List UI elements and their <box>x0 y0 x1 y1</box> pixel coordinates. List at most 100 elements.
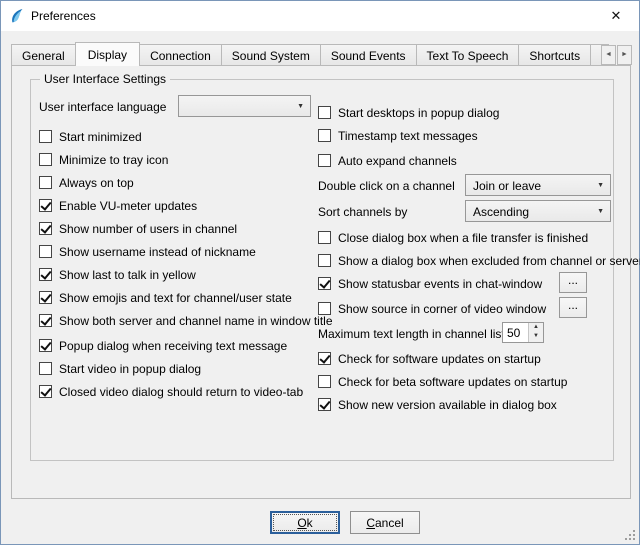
sort-channels-label: Sort channels by <box>318 204 407 219</box>
checkbox-row-window-title-name[interactable]: Show both server and channel name in win… <box>39 310 333 330</box>
checkbox-row-software-updates[interactable]: Check for software updates on startup <box>318 348 541 368</box>
checkbox-label: Show last to talk in yellow <box>59 267 196 282</box>
checkbox-row-popup-text-message[interactable]: Popup dialog when receiving text message <box>39 335 287 355</box>
sort-channels-combobox[interactable]: Ascending ▼ <box>465 200 611 222</box>
checkbox-row-desktops-popup[interactable]: Start desktops in popup dialog <box>318 102 499 122</box>
titlebar[interactable]: Preferences ✕ <box>1 1 639 31</box>
tab-shortcuts[interactable]: Shortcuts <box>518 44 591 65</box>
max-text-value: 50 <box>507 326 520 340</box>
tabbar: General Display Connection Sound System … <box>11 42 609 66</box>
checkbox-row-last-talk-yellow[interactable]: Show last to talk in yellow <box>39 264 196 284</box>
checkbox-row-video-source[interactable]: Show source in corner of video window ..… <box>318 298 612 318</box>
language-combobox[interactable]: ▼ <box>178 95 311 117</box>
tab-label: Display <box>88 48 127 62</box>
tab-scroll-right-button[interactable]: ► <box>617 45 632 65</box>
checkbox-row-show-emojis[interactable]: Show emojis and text for channel/user st… <box>39 287 292 307</box>
checkbox-row-show-username[interactable]: Show username instead of nickname <box>39 241 256 261</box>
checkbox[interactable] <box>39 268 52 281</box>
close-button[interactable]: ✕ <box>593 1 639 31</box>
double-click-value: Join or leave <box>473 179 541 193</box>
tab-label: Connection <box>150 49 211 63</box>
checkbox-row-file-transfer-close[interactable]: Close dialog box when a file transfer is… <box>318 227 588 247</box>
checkbox-label: Enable VU-meter updates <box>59 198 197 213</box>
checkbox-row-auto-expand-channels[interactable]: Auto expand channels <box>318 150 457 170</box>
spin-down-icon[interactable]: ▼ <box>528 332 543 342</box>
chevron-down-icon: ▼ <box>597 182 604 189</box>
checkbox-label: Start desktops in popup dialog <box>338 105 499 120</box>
groupbox-title: User Interface Settings <box>40 72 170 86</box>
checkbox[interactable] <box>318 375 331 388</box>
resize-grip[interactable] <box>623 528 636 541</box>
checkbox-row-show-user-count[interactable]: Show number of users in channel <box>39 218 237 238</box>
tab-scroll-left-button[interactable]: ◄ <box>601 45 616 65</box>
cancel-button[interactable]: Cancel <box>350 511 420 534</box>
ok-button[interactable]: Ok <box>270 511 340 534</box>
tab-label: Sound System <box>232 49 310 63</box>
chevron-down-icon: ▼ <box>297 103 304 110</box>
checkbox[interactable] <box>39 362 52 375</box>
sort-channels-value: Ascending <box>473 205 529 219</box>
double-click-combobox[interactable]: Join or leave ▼ <box>465 174 611 196</box>
checkbox[interactable] <box>39 130 52 143</box>
checkbox-row-excluded-dialog[interactable]: Show a dialog box when excluded from cha… <box>318 250 640 270</box>
checkbox-row-start-minimized[interactable]: Start minimized <box>39 126 142 146</box>
language-row: User interface language ▼ <box>39 96 313 116</box>
checkbox-label: Show number of users in channel <box>59 221 237 236</box>
double-click-row: Double click on a channel Join or leave … <box>318 175 612 195</box>
checkbox[interactable] <box>318 302 331 315</box>
checkbox[interactable] <box>39 176 52 189</box>
checkbox-label: Show emojis and text for channel/user st… <box>59 290 292 305</box>
statusbar-more-button[interactable]: ... <box>559 272 587 293</box>
tab-display[interactable]: Display <box>75 42 140 66</box>
checkbox[interactable] <box>39 199 52 212</box>
checkbox-row-new-version-dialog[interactable]: Show new version available in dialog box <box>318 394 557 414</box>
checkbox-row-beta-updates[interactable]: Check for beta software updates on start… <box>318 371 567 391</box>
tab-label: Shortcuts <box>529 49 580 63</box>
checkbox[interactable] <box>318 398 331 411</box>
max-text-label: Maximum text length in channel list <box>318 326 505 341</box>
tab-connection[interactable]: Connection <box>139 44 222 65</box>
tab-label: General <box>22 49 65 63</box>
checkbox-row-timestamp-messages[interactable]: Timestamp text messages <box>318 125 478 145</box>
max-text-spinner[interactable]: 50 ▲ ▼ <box>502 322 544 343</box>
checkbox-row-video-popup[interactable]: Start video in popup dialog <box>39 358 201 378</box>
checkbox[interactable] <box>39 222 52 235</box>
tab-text-to-speech[interactable]: Text To Speech <box>416 44 520 65</box>
window-title: Preferences <box>31 9 96 23</box>
checkbox-label: Close dialog box when a file transfer is… <box>338 230 588 245</box>
checkbox[interactable] <box>39 291 52 304</box>
checkbox-label: Show both server and channel name in win… <box>59 313 333 328</box>
groupbox-user-interface-settings: User Interface Settings User interface l… <box>30 79 614 461</box>
checkbox-row-statusbar-events[interactable]: Show statusbar events in chat-window ... <box>318 273 612 293</box>
checkbox-label: Timestamp text messages <box>338 128 478 143</box>
checkbox[interactable] <box>39 245 52 258</box>
tab-sound-events[interactable]: Sound Events <box>320 44 417 65</box>
checkbox[interactable] <box>318 154 331 167</box>
tab-general[interactable]: General <box>11 44 76 65</box>
checkbox[interactable] <box>318 254 331 267</box>
checkbox-label: Closed video dialog should return to vid… <box>59 384 303 399</box>
tab-sound-system[interactable]: Sound System <box>221 44 321 65</box>
checkbox[interactable] <box>39 314 52 327</box>
checkbox[interactable] <box>318 277 331 290</box>
checkbox[interactable] <box>39 153 52 166</box>
checkbox-label: Check for software updates on startup <box>338 351 541 366</box>
checkbox[interactable] <box>318 352 331 365</box>
checkbox-row-always-on-top[interactable]: Always on top <box>39 172 134 192</box>
checkbox-label: Check for beta software updates on start… <box>338 374 567 389</box>
checkbox-label: Show source in corner of video window <box>338 301 546 316</box>
checkbox[interactable] <box>39 385 52 398</box>
checkbox-row-video-return-tab[interactable]: Closed video dialog should return to vid… <box>39 381 303 401</box>
checkbox-row-minimize-to-tray[interactable]: Minimize to tray icon <box>39 149 168 169</box>
checkbox-label: Start minimized <box>59 129 142 144</box>
checkbox[interactable] <box>318 129 331 142</box>
checkbox-row-vu-meter-updates[interactable]: Enable VU-meter updates <box>39 195 197 215</box>
video-source-more-button[interactable]: ... <box>559 297 587 318</box>
max-text-row: Maximum text length in channel list 50 ▲… <box>318 323 612 343</box>
checkbox[interactable] <box>318 106 331 119</box>
checkbox[interactable] <box>39 339 52 352</box>
checkbox-label: Popup dialog when receiving text message <box>59 338 287 353</box>
close-icon: ✕ <box>611 8 622 24</box>
checkbox[interactable] <box>318 231 331 244</box>
checkbox-label: Show statusbar events in chat-window <box>338 276 542 291</box>
